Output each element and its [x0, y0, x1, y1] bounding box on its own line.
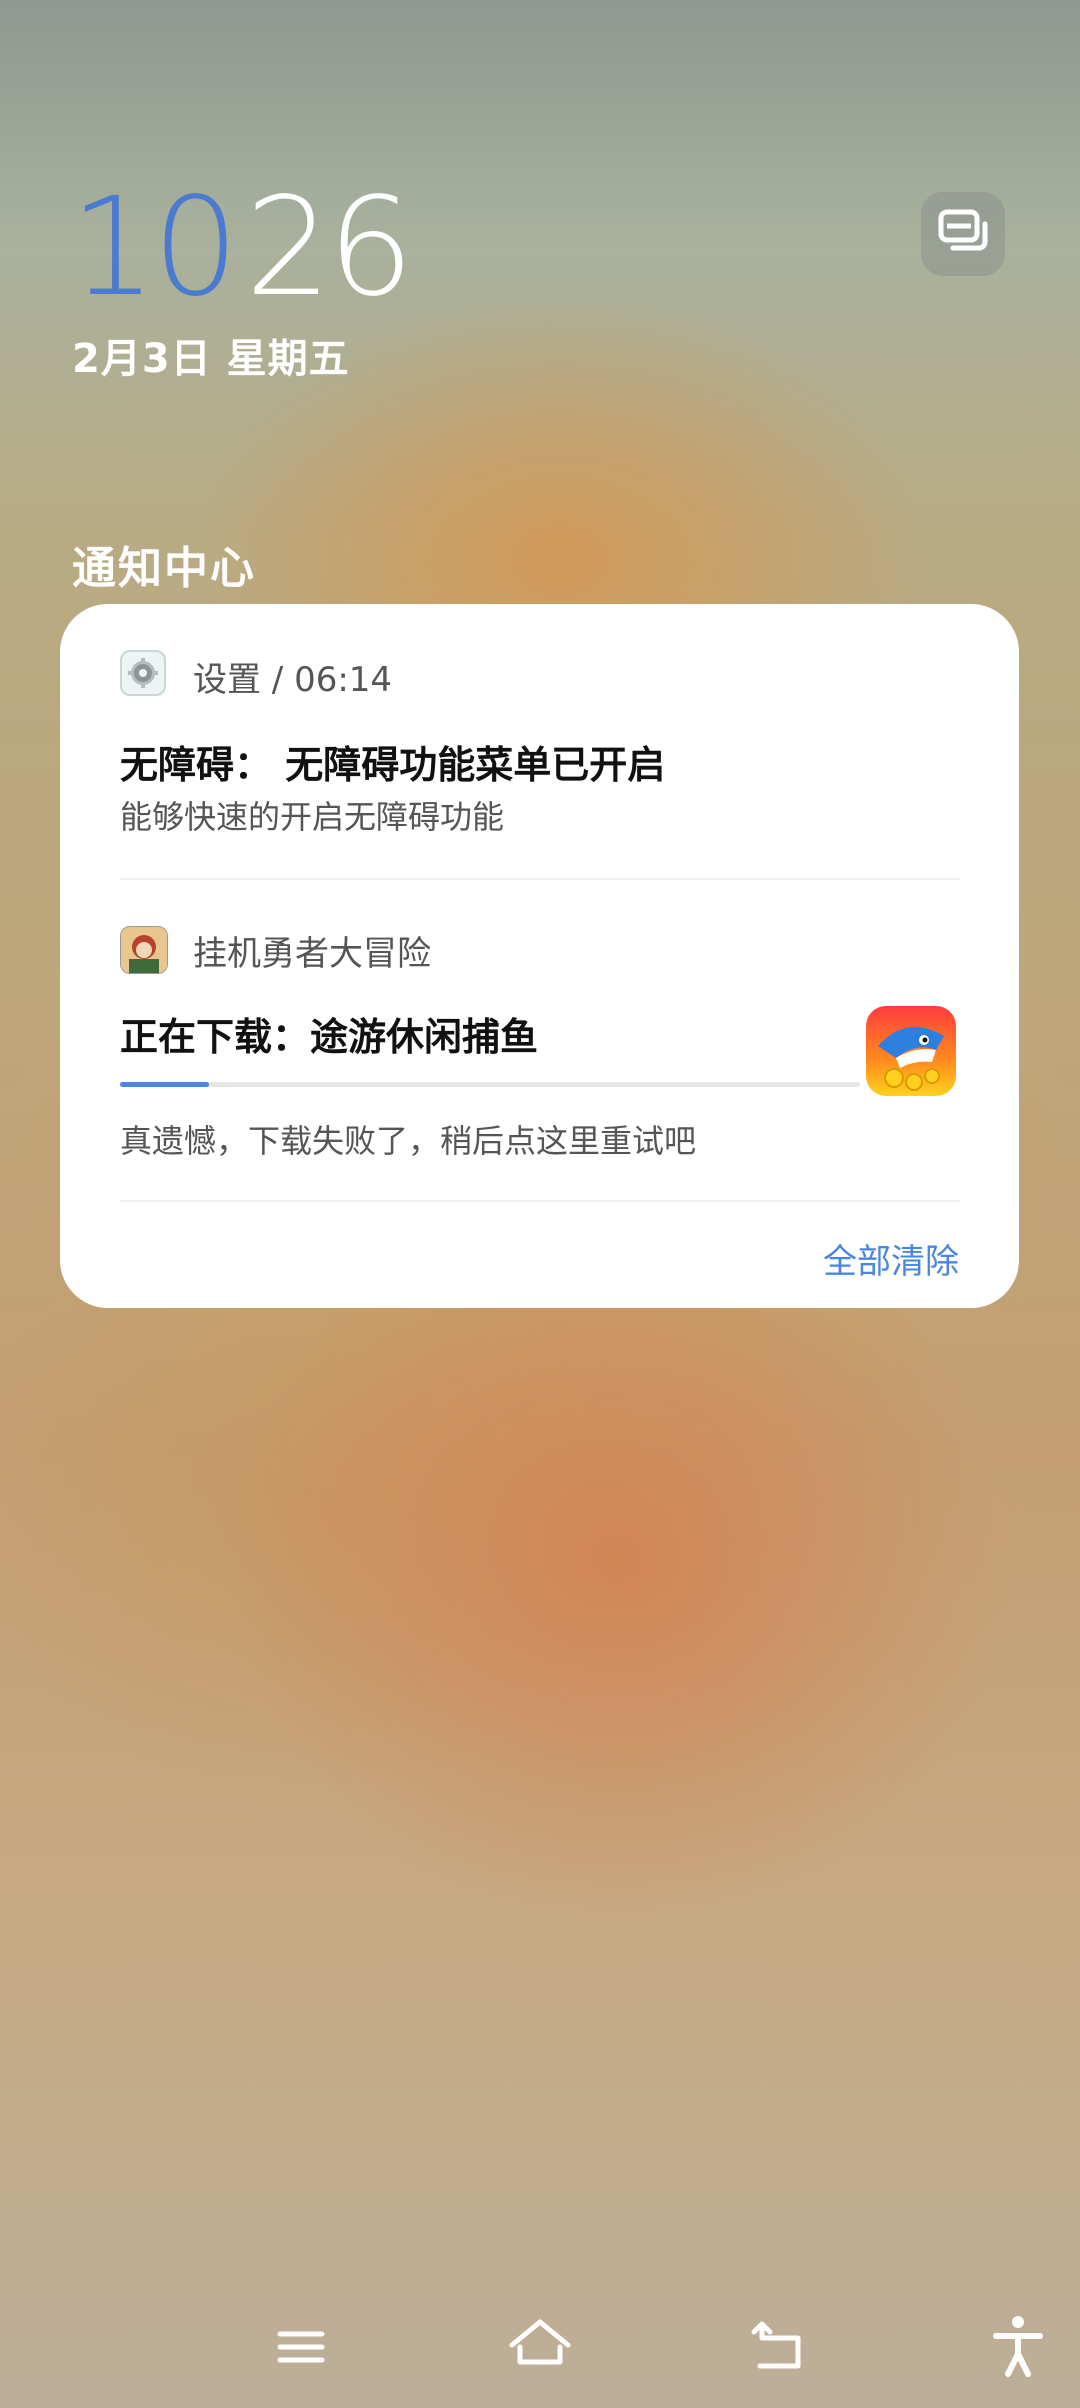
- stacked-cards-icon: [938, 209, 988, 251]
- divider: [120, 878, 960, 880]
- settings-notification-title: 无障碍： 无障碍功能菜单已开启: [120, 743, 666, 787]
- accessibility-button[interactable]: [982, 2312, 1062, 2382]
- game-app-name: 挂机勇者大冒险: [193, 934, 431, 974]
- download-notification-body: 真遗憾，下载失败了，稍后点这里重试吧: [120, 1122, 697, 1160]
- download-progress-fill: [120, 1082, 209, 1087]
- home-button[interactable]: [500, 2312, 580, 2382]
- clear-all-button[interactable]: 全部清除: [823, 1234, 959, 1283]
- widget-toggle-button[interactable]: [921, 192, 1005, 276]
- back-button[interactable]: [742, 2312, 822, 2382]
- divider: [120, 1200, 960, 1202]
- download-progress-bar: [120, 1082, 860, 1087]
- accessibility-icon: [993, 2316, 1043, 2377]
- fishing-game-icon: [866, 1006, 956, 1096]
- notification-card: 设置 / 06:14 无障碍： 无障碍功能菜单已开启 能够快速的开启无障碍功能 …: [60, 604, 1019, 1308]
- settings-notification-body: 能够快速的开启无障碍功能: [120, 798, 505, 836]
- lockscreen-clock: 1026: [70, 178, 414, 318]
- download-notification-title: 正在下载：途游休闲捕鱼: [120, 1015, 539, 1059]
- gear-icon: [120, 650, 166, 696]
- home-icon: [509, 2319, 571, 2365]
- lockscreen-date: 2月3日 星期五: [72, 336, 350, 382]
- menu-button[interactable]: [262, 2312, 342, 2382]
- game-avatar-icon: [120, 926, 168, 974]
- menu-icon: [277, 2331, 325, 2363]
- settings-app-time: 设置 / 06:14: [193, 660, 393, 700]
- back-icon: [751, 2321, 801, 2369]
- clock-minute: 26: [245, 169, 414, 327]
- clock-hour: 10: [70, 169, 239, 327]
- notification-center-title: 通知中心: [72, 543, 256, 594]
